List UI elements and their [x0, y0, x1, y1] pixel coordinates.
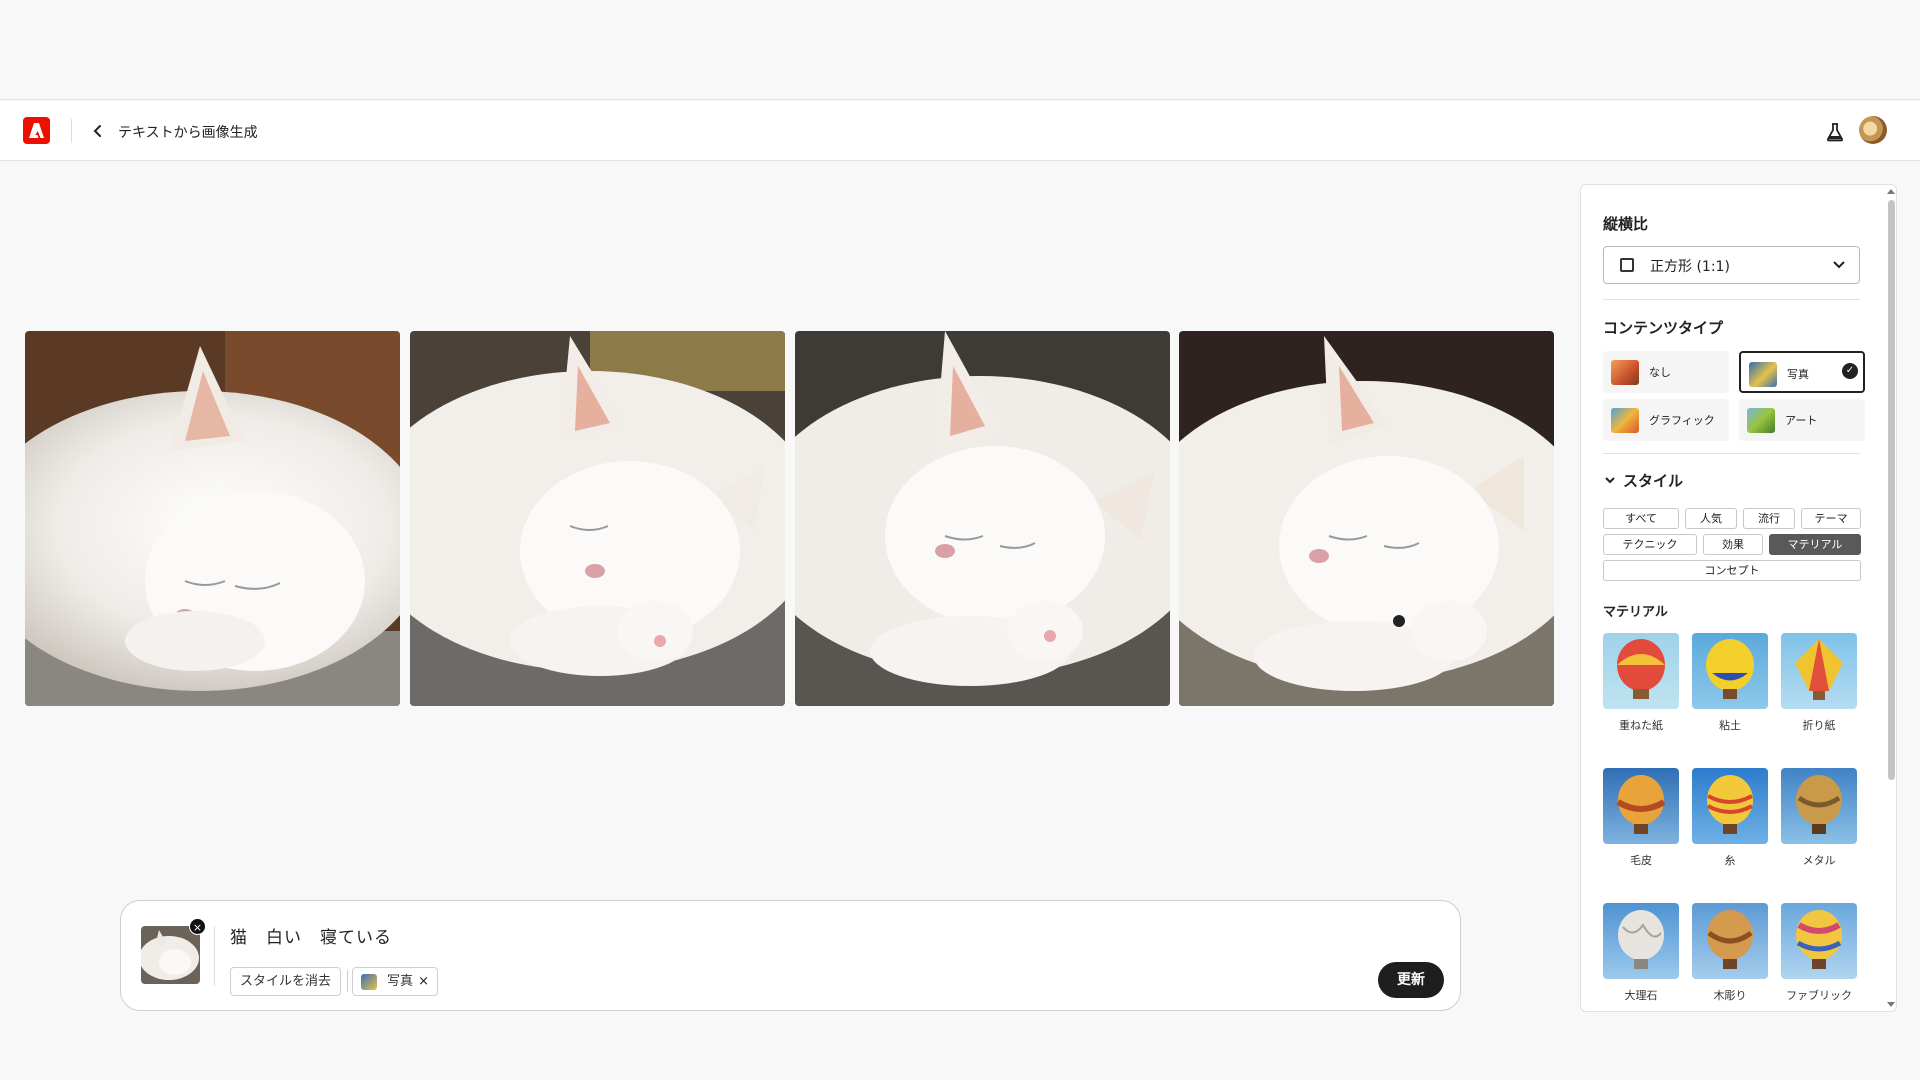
- content-type-photo[interactable]: 写真 ✓: [1739, 351, 1865, 393]
- panel-scrollbar[interactable]: [1885, 186, 1897, 1010]
- material-wood-carving[interactable]: 木彫り: [1692, 903, 1768, 1003]
- style-tab-all[interactable]: すべて: [1603, 508, 1679, 529]
- material-fur[interactable]: 毛皮: [1603, 768, 1679, 868]
- back-chevron-icon[interactable]: [87, 119, 109, 143]
- content-type-art-label: アート: [1785, 414, 1818, 427]
- prompt-input[interactable]: 猫 白い 寝ている: [230, 923, 392, 948]
- style-tab-effect[interactable]: 効果: [1703, 534, 1763, 555]
- material-label: 粘土: [1719, 719, 1741, 732]
- style-tab-theme[interactable]: テーマ: [1801, 508, 1861, 529]
- material-label: 折り紙: [1802, 719, 1836, 732]
- material-thread[interactable]: 糸: [1692, 768, 1768, 868]
- content-type-graphic-thumb: [1611, 408, 1639, 433]
- material-fabric[interactable]: ファブリック: [1781, 903, 1857, 1003]
- material-thumb: [1781, 903, 1857, 979]
- generated-image-1[interactable]: [25, 331, 400, 706]
- generated-image-3[interactable]: [795, 331, 1170, 706]
- photo-chip-label: 写真: [387, 974, 414, 989]
- material-thumb: [1692, 633, 1768, 709]
- material-label: 毛皮: [1630, 854, 1652, 867]
- content-type-none[interactable]: なし: [1603, 351, 1729, 393]
- content-type-art-thumb: [1747, 408, 1775, 433]
- aspect-ratio-value: 正方形 (1:1): [1650, 259, 1730, 275]
- chip-divider: [347, 970, 348, 992]
- material-label: 糸: [1724, 854, 1736, 867]
- chevron-down-icon: [1605, 477, 1615, 484]
- material-thumb: [1692, 768, 1768, 844]
- material-label: メタル: [1802, 854, 1836, 867]
- content-type-art[interactable]: アート: [1739, 399, 1865, 441]
- settings-panel: 縦横比 正方形 (1:1) コンテンツタイプ なし 写真 ✓ グラフィック アー…: [1580, 184, 1897, 1012]
- scroll-up-arrow[interactable]: [1887, 189, 1895, 194]
- material-thumb: [1781, 633, 1857, 709]
- beaker-icon[interactable]: [1824, 121, 1846, 143]
- style-tab-trending[interactable]: 流行: [1743, 508, 1795, 529]
- material-clay[interactable]: 粘土: [1692, 633, 1768, 733]
- material-thumb: [1781, 768, 1857, 844]
- material-thumb: [1603, 633, 1679, 709]
- content-type-title: コンテンツタイプ: [1603, 319, 1724, 337]
- app-header: テキストから画像生成: [0, 101, 1920, 161]
- update-button[interactable]: 更新: [1378, 962, 1444, 998]
- browser-blank-area: [0, 0, 1920, 100]
- square-icon: [1620, 258, 1634, 272]
- generated-image-4[interactable]: [1179, 331, 1554, 706]
- prompt-bar: × 猫 白い 寝ている スタイルを消去 写真 × 更新: [120, 900, 1461, 1011]
- content-type-none-label: なし: [1649, 366, 1671, 379]
- style-tab-technique[interactable]: テクニック: [1603, 534, 1697, 555]
- material-marble[interactable]: 大理石: [1603, 903, 1679, 1003]
- content-type-photo-thumb: [1749, 362, 1777, 387]
- style-tab-material[interactable]: マテリアル: [1769, 534, 1861, 555]
- material-metal[interactable]: メタル: [1781, 768, 1857, 868]
- material-label: 木彫り: [1713, 989, 1747, 1002]
- section-divider: [1603, 299, 1860, 300]
- photo-chip-icon: [361, 974, 377, 990]
- page-title: テキストから画像生成: [118, 125, 258, 141]
- remove-reference-image-icon[interactable]: ×: [189, 918, 206, 935]
- section-divider: [1603, 453, 1860, 454]
- chevron-down-icon: [1831, 256, 1847, 276]
- user-avatar[interactable]: [1859, 116, 1887, 144]
- scrollbar-thumb[interactable]: [1888, 200, 1895, 780]
- photo-style-chip[interactable]: 写真 ×: [352, 967, 439, 996]
- style-tab-concept[interactable]: コンセプト: [1603, 560, 1861, 581]
- material-label: 重ねた紙: [1619, 719, 1663, 732]
- material-thumb: [1603, 768, 1679, 844]
- material-label: ファブリック: [1786, 989, 1852, 1002]
- material-layered-paper[interactable]: 重ねた紙: [1603, 633, 1679, 733]
- clear-style-button[interactable]: スタイルを消去: [230, 967, 342, 996]
- reference-image-thumbnail[interactable]: [141, 926, 200, 984]
- prompt-divider: [214, 926, 215, 986]
- aspect-ratio-select[interactable]: 正方形 (1:1): [1603, 246, 1860, 284]
- content-type-graphic[interactable]: グラフィック: [1603, 399, 1729, 441]
- scroll-down-arrow[interactable]: [1887, 1002, 1895, 1007]
- style-title: スタイル: [1623, 472, 1684, 490]
- content-type-photo-label: 写真: [1787, 368, 1809, 381]
- style-section-toggle[interactable]: スタイル: [1603, 470, 1683, 491]
- material-thumb: [1603, 903, 1679, 979]
- material-origami[interactable]: 折り紙: [1781, 633, 1857, 733]
- selected-check-icon: ✓: [1842, 363, 1858, 379]
- generated-image-2[interactable]: [410, 331, 785, 706]
- adobe-logo-icon[interactable]: [23, 117, 50, 144]
- content-type-none-thumb: [1611, 360, 1639, 385]
- header-divider: [71, 119, 72, 143]
- material-title: マテリアル: [1603, 605, 1668, 620]
- content-type-graphic-label: グラフィック: [1649, 414, 1715, 427]
- aspect-ratio-title: 縦横比: [1603, 215, 1649, 233]
- style-tab-popular[interactable]: 人気: [1685, 508, 1737, 529]
- material-thumb: [1692, 903, 1768, 979]
- remove-chip-icon[interactable]: ×: [418, 968, 429, 995]
- material-label: 大理石: [1624, 989, 1658, 1002]
